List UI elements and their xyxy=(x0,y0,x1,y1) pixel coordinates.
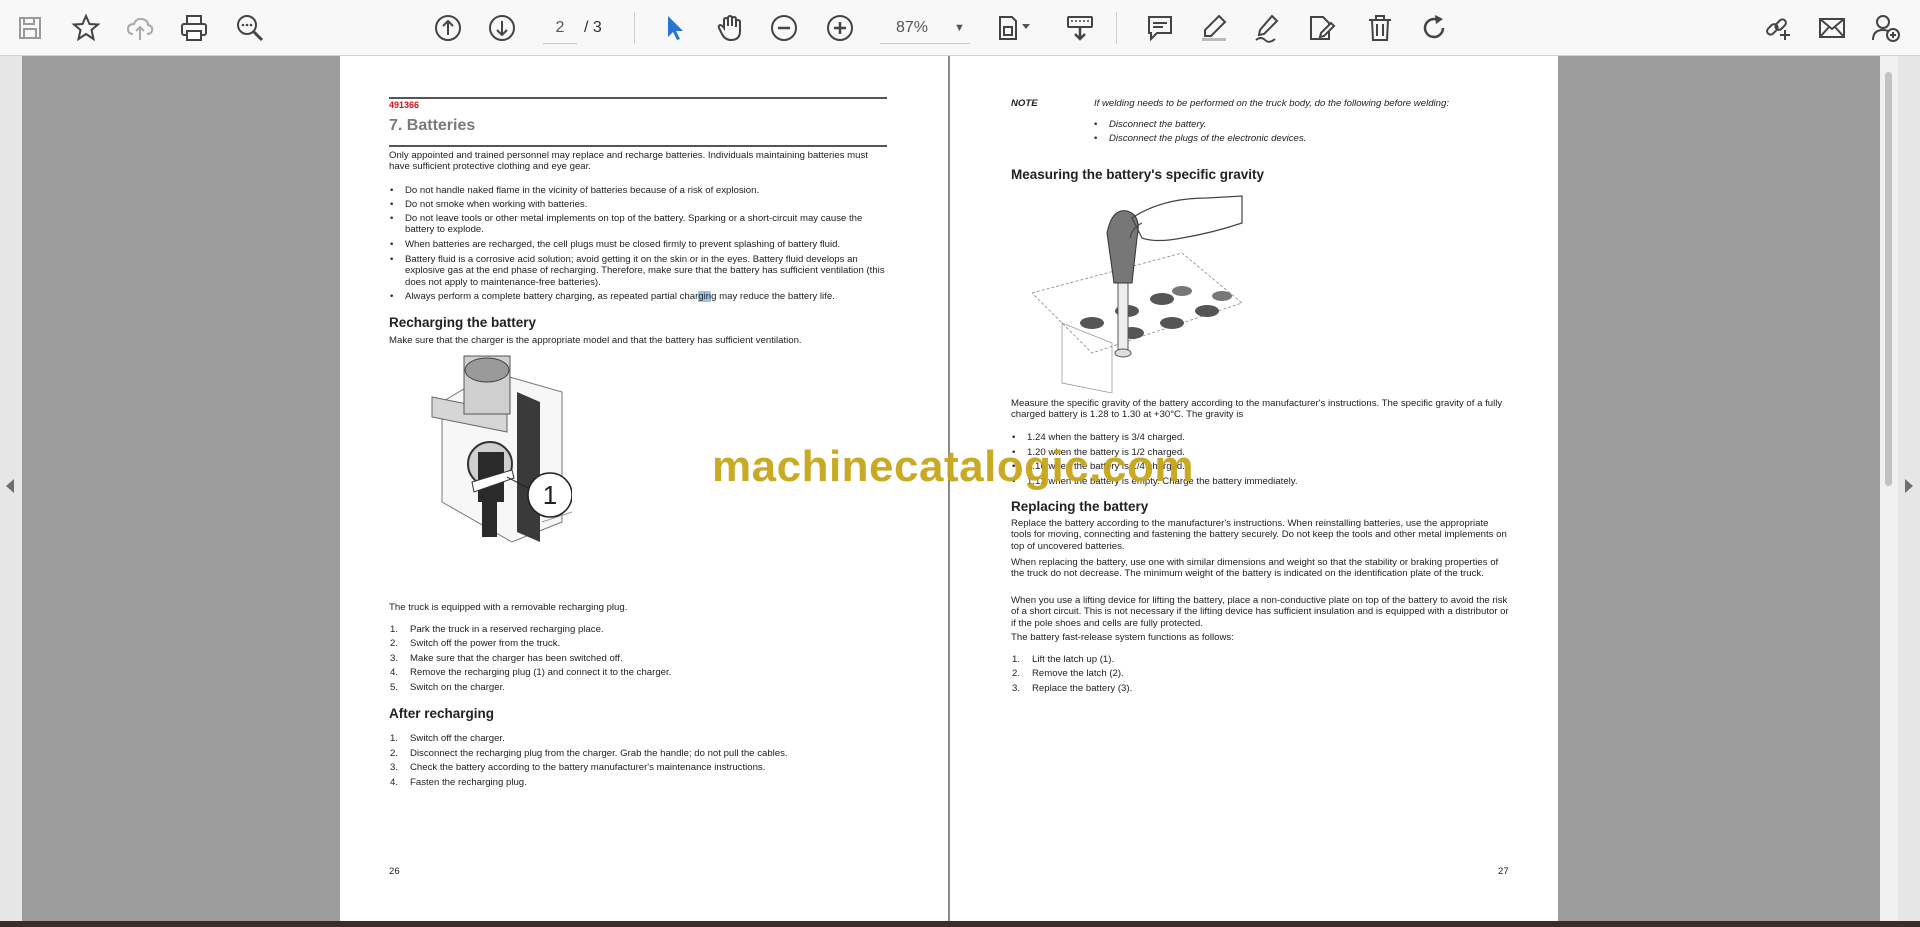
rotate-icon[interactable] xyxy=(1416,10,1452,46)
comment-icon[interactable] xyxy=(1142,10,1178,46)
header-rule xyxy=(389,97,887,99)
list-item: Disconnect the plugs of the electronic d… xyxy=(1109,133,1307,144)
hand-icon[interactable] xyxy=(712,10,748,46)
note-text: If welding needs to be performed on the … xyxy=(1094,98,1450,109)
list-item: Do not leave tools or other metal implem… xyxy=(405,213,863,236)
toolbar: 2 / 3 87% ▼ xyxy=(0,0,1920,56)
chevron-left-icon[interactable] xyxy=(6,479,14,493)
paragraph: The battery fast-release system function… xyxy=(1011,632,1234,643)
delete-icon[interactable] xyxy=(1362,10,1398,46)
step-item: Fasten the recharging plug. xyxy=(410,777,527,788)
step-item: Switch off the charger. xyxy=(410,733,505,744)
page-number: 26 xyxy=(389,866,400,877)
figure-hydrometer xyxy=(1032,195,1243,393)
chevron-down-icon: ▼ xyxy=(954,22,965,34)
step-item: Make sure that the charger has been swit… xyxy=(410,653,623,664)
list-item: When batteries are recharged, the cell p… xyxy=(405,239,841,250)
zoom-in-icon[interactable] xyxy=(822,10,858,46)
paragraph: Measure the specific gravity of the batt… xyxy=(1011,398,1503,421)
upload-cloud-icon[interactable] xyxy=(122,10,158,46)
chevron-right-icon[interactable] xyxy=(1905,479,1913,493)
page-down-icon[interactable] xyxy=(484,10,520,46)
title-rule xyxy=(389,145,887,147)
paragraph: The truck is equipped with a removable r… xyxy=(389,602,628,613)
section-title: Measuring the battery's specific gravity xyxy=(1011,167,1265,182)
share-link-icon[interactable] xyxy=(1760,10,1796,46)
step-item: Switch off the power from the truck. xyxy=(410,638,561,649)
step-item: Remove the recharging plug (1) and conne… xyxy=(410,667,672,678)
page-up-icon[interactable] xyxy=(430,10,466,46)
step-item: Switch on the charger. xyxy=(410,682,505,693)
scrollbar-thumb[interactable] xyxy=(1885,72,1892,486)
figure-callout: 1 xyxy=(543,480,557,510)
print-icon[interactable] xyxy=(176,10,212,46)
add-user-icon[interactable] xyxy=(1868,10,1904,46)
star-icon[interactable] xyxy=(68,10,104,46)
section-title: Recharging the battery xyxy=(389,315,537,330)
paragraph: Make sure that the charger is the approp… xyxy=(389,335,802,346)
toolbar-divider xyxy=(1116,12,1117,44)
sign-pen-icon[interactable] xyxy=(1250,10,1286,46)
watermark: machinecatalogic.com xyxy=(712,442,1194,491)
list-item: Do not smoke when working with batteries… xyxy=(405,199,588,210)
list-item: Do not handle naked flame in the vicinit… xyxy=(405,185,760,196)
zoom-select[interactable]: 87% ▼ xyxy=(880,13,970,44)
zoom-out-icon[interactable] xyxy=(766,10,802,46)
step-item: Check the battery according to the batte… xyxy=(410,762,766,773)
mail-icon[interactable] xyxy=(1814,10,1850,46)
note-label: NOTE xyxy=(1011,98,1038,109)
save-icon[interactable] xyxy=(12,10,48,46)
step-item: Disconnect the recharging plug from the … xyxy=(410,748,788,759)
paragraph: Replace the battery according to the man… xyxy=(1011,518,1507,552)
zoom-value: 87% xyxy=(896,19,929,36)
search-zoom-icon[interactable] xyxy=(232,10,268,46)
step-item: Replace the battery (3). xyxy=(1032,683,1133,694)
fit-page-icon[interactable] xyxy=(992,10,1036,46)
step-item: Remove the latch (2). xyxy=(1032,668,1124,679)
section-title: After recharging xyxy=(389,706,495,721)
step-item: Lift the latch up (1). xyxy=(1032,654,1115,665)
intro-paragraph: Only appointed and trained personnel may… xyxy=(389,150,868,173)
figure-recharging-plug: 1 xyxy=(431,355,572,543)
toolbar-divider xyxy=(634,12,635,44)
keyboard-scroll-icon[interactable] xyxy=(1062,10,1098,46)
paragraph: When you use a lifting device for liftin… xyxy=(1011,595,1509,629)
page-total: / 3 xyxy=(584,19,602,36)
step-item: Park the truck in a reserved recharging … xyxy=(410,624,604,635)
section-title: Replacing the battery xyxy=(1011,499,1149,514)
chapter-title: 7. Batteries xyxy=(389,117,476,134)
stamp-icon[interactable] xyxy=(1304,10,1340,46)
list-item: Always perform a complete battery chargi… xyxy=(405,291,835,302)
list-item: Battery fluid is a corrosive acid soluti… xyxy=(405,254,885,288)
list-item: Disconnect the battery. xyxy=(1109,119,1207,130)
taskbar-strip xyxy=(0,921,1920,927)
page-number-input[interactable]: 2 xyxy=(543,13,577,44)
select-cursor-icon[interactable] xyxy=(656,10,692,46)
page-number: 27 xyxy=(1498,866,1509,877)
highlight-pen-icon[interactable] xyxy=(1196,10,1232,46)
doc-code: 491366 xyxy=(389,100,420,110)
paragraph: When replacing the battery, use one with… xyxy=(1011,557,1499,580)
selected-text: gin xyxy=(698,291,712,302)
